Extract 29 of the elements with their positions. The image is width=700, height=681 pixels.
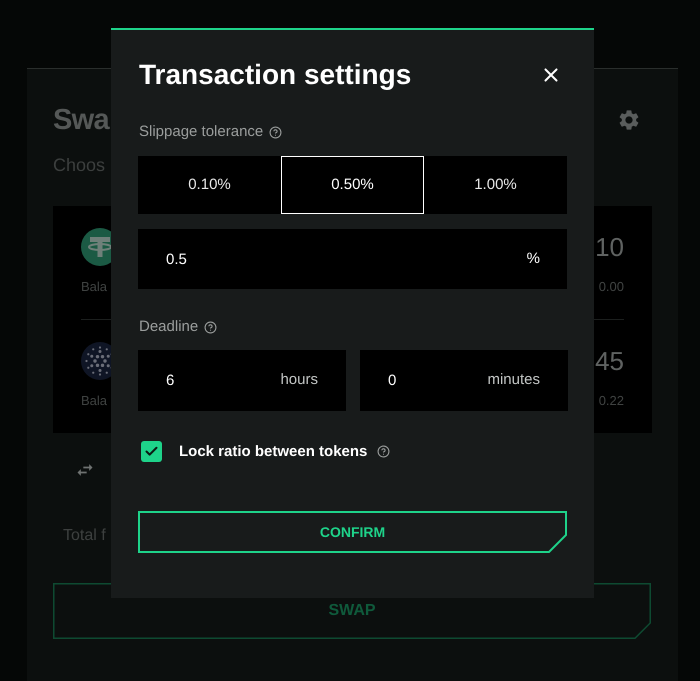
unit-label: hours — [280, 370, 318, 390]
help-icon — [269, 126, 282, 138]
settings-icon[interactable] — [617, 108, 641, 132]
checkbox[interactable] — [141, 441, 162, 462]
token-value: 0.22 — [598, 393, 624, 409]
balance-label: Bala — [81, 393, 108, 409]
section-label: Slippage tolerance — [139, 122, 264, 142]
page-title: Swa — [53, 103, 109, 138]
deadline-field[interactable]: 0 minutes — [360, 350, 568, 411]
dialog-title: Transaction settings — [139, 58, 412, 92]
slippage-input[interactable]: 0.5 — [138, 229, 527, 289]
checkbox-label: Lock ratio between tokens — [179, 442, 368, 462]
help-icon — [204, 320, 218, 334]
token-value: 0.00 — [598, 279, 624, 295]
slippage-option[interactable]: 1.00% — [424, 156, 567, 214]
unit-label: minutes — [487, 370, 540, 390]
confirm-button[interactable]: CONFIRM — [138, 511, 567, 553]
deadline-input[interactable]: 0 — [360, 350, 488, 411]
help-icon — [377, 445, 390, 458]
token-amount: 45 — [595, 345, 624, 378]
slippage-option[interactable]: 0.10% — [138, 156, 281, 214]
deadline-field[interactable]: 6 hours — [138, 350, 346, 411]
slippage-field[interactable]: 0.5 % — [138, 229, 567, 289]
unit-label: % — [526, 248, 540, 269]
deadline-input[interactable]: 6 — [138, 350, 280, 411]
token-amount: 10 — [595, 231, 624, 264]
slippage-option[interactable]: 0.50% — [281, 156, 424, 214]
balance-label: Bala — [81, 279, 108, 295]
section-label: Deadline — [139, 317, 198, 337]
